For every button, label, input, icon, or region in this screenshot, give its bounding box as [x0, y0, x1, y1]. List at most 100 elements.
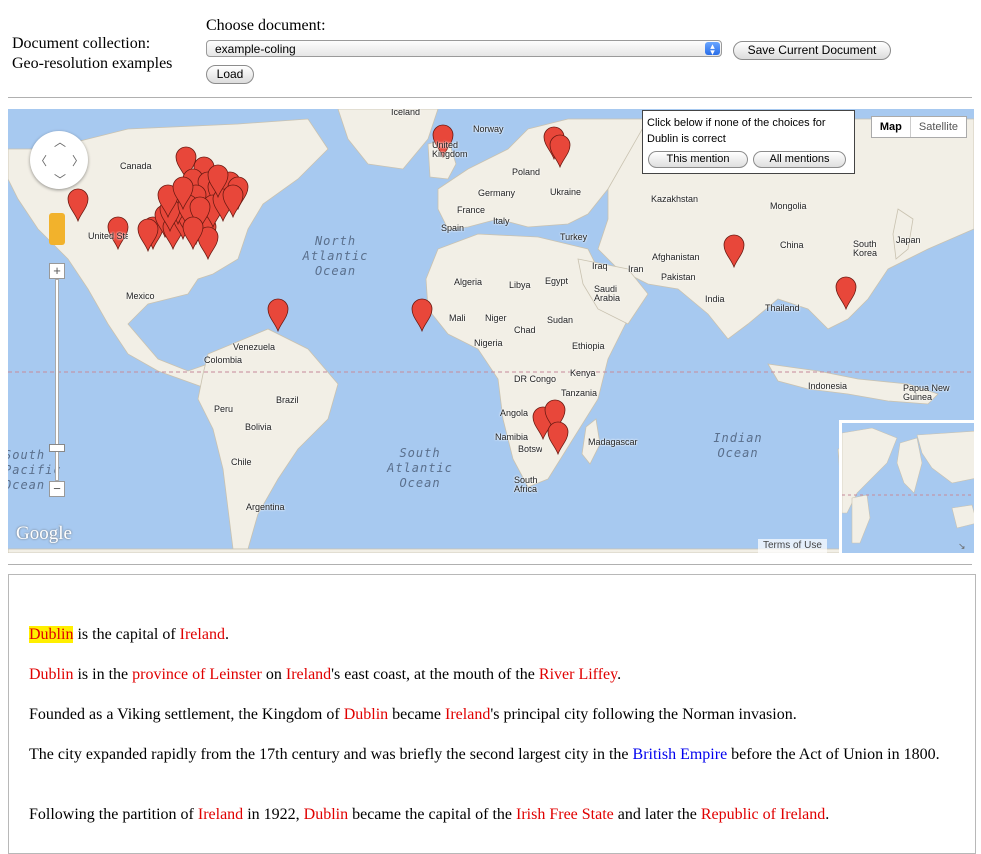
- text-segment: is the capital of: [73, 626, 180, 643]
- map-marker-icon[interactable]: [411, 298, 433, 333]
- text-segment: Founded as a Viking settlement, the King…: [29, 706, 344, 723]
- country-label: Chile: [231, 457, 252, 467]
- place-mention[interactable]: Ireland: [180, 626, 225, 643]
- country-label: Ethiopia: [572, 341, 605, 351]
- country-label: Norway: [473, 124, 504, 134]
- zoom-control: + −: [49, 259, 65, 499]
- country-label: Japan: [896, 235, 921, 245]
- overview-minimap[interactable]: [839, 420, 974, 553]
- country-label: Venezuela: [233, 342, 276, 352]
- divider: [8, 564, 972, 565]
- choose-document-label: Choose document:: [206, 17, 326, 34]
- select-arrows-icon: ▴ ▾: [705, 42, 720, 57]
- country-label: Peru: [214, 404, 234, 414]
- google-logo: Google: [16, 523, 72, 544]
- country-label: Saudi Arabia: [594, 284, 621, 303]
- collection-label: Document collection: Geo-resolution exam…: [12, 34, 172, 74]
- text-segment: .: [617, 666, 622, 683]
- paragraph: Dublin is in the province of Leinster on…: [29, 665, 974, 684]
- overview-toggle-icon[interactable]: ↘: [958, 541, 966, 552]
- country-label: Poland: [512, 167, 541, 177]
- zoom-out-button[interactable]: −: [49, 481, 65, 497]
- country-label: Kazakhstan: [651, 194, 699, 204]
- text-segment: in 1922,: [243, 806, 304, 823]
- country-label: Tanzania: [561, 388, 598, 398]
- paragraph: Dublin is the capital of Ireland.: [29, 625, 974, 644]
- map-view[interactable]: Iceland Norway United Kingdom Poland Ger…: [8, 109, 974, 553]
- country-label: Mongolia: [770, 201, 807, 211]
- country-label: Angola: [500, 408, 529, 418]
- place-mention[interactable]: Ireland: [445, 706, 490, 723]
- country-label: Egypt: [545, 276, 569, 286]
- text-segment: .: [224, 626, 229, 643]
- country-label: Botswana: [518, 444, 542, 454]
- document-select[interactable]: example-coling ▴ ▾: [206, 40, 722, 57]
- country-label: Niger: [485, 313, 507, 323]
- country-label: Iceland: [391, 109, 421, 117]
- place-mention[interactable]: Dublin: [344, 706, 388, 723]
- country-label: Madagascar: [588, 437, 638, 447]
- map-type-satellite-button[interactable]: Satellite: [911, 117, 966, 137]
- map-marker-icon[interactable]: [267, 298, 289, 333]
- overview-map-svg: [842, 427, 974, 544]
- text-segment: 's east coast, at the mouth of the: [331, 666, 539, 683]
- country-label: Afghanistan: [652, 252, 700, 262]
- paragraph: Following the partition of Ireland in 19…: [29, 805, 974, 824]
- zoom-in-button[interactable]: +: [49, 263, 65, 279]
- country-label: Thailand: [765, 303, 800, 313]
- place-mention[interactable]: Dublin: [29, 666, 73, 683]
- place-mention[interactable]: Republic of Ireland: [701, 806, 825, 823]
- text-segment: .: [825, 806, 830, 823]
- selected-place-mention[interactable]: Dublin: [29, 626, 74, 643]
- zoom-slider-thumb[interactable]: [49, 444, 65, 452]
- country-label: Spain: [441, 223, 465, 233]
- text-segment: The city expanded rapidly from the 17th …: [29, 746, 633, 763]
- pan-left-icon[interactable]: 〈: [35, 152, 47, 169]
- country-label: Libya: [509, 280, 531, 290]
- country-label: Mexico: [126, 291, 155, 301]
- place-mention[interactable]: British Empire: [633, 746, 728, 763]
- place-mention[interactable]: Dublin: [304, 806, 348, 823]
- place-mention[interactable]: Ireland: [286, 666, 331, 683]
- pan-down-icon[interactable]: ﹀: [54, 171, 66, 188]
- text-segment: became: [388, 706, 446, 723]
- street-view-pegman-icon[interactable]: [49, 213, 65, 245]
- terms-of-use-link[interactable]: Terms of Use: [758, 539, 827, 553]
- ocean-label: South Atlantic Ocean: [387, 446, 453, 490]
- country-label: South Africa: [514, 475, 538, 494]
- map-type-control: Map Satellite: [870, 116, 967, 138]
- text-segment: and later the: [613, 806, 701, 823]
- place-mention[interactable]: River Liffey: [539, 666, 617, 683]
- place-mention[interactable]: Irish Free State: [516, 806, 614, 823]
- pan-control[interactable]: ︿ ﹀ 〈 〉: [30, 131, 88, 189]
- save-current-document-button[interactable]: Save Current Document: [733, 41, 891, 60]
- pan-up-icon[interactable]: ︿: [54, 133, 66, 150]
- pan-right-icon[interactable]: 〉: [72, 152, 84, 169]
- country-label: South Korea: [853, 239, 878, 258]
- load-button[interactable]: Load: [206, 65, 254, 84]
- collection-name: Geo-resolution examples: [12, 55, 173, 72]
- country-label: Mali: [449, 313, 466, 323]
- country-label: Bolivia: [245, 422, 272, 432]
- country-label: France: [457, 205, 486, 215]
- paragraph: Founded as a Viking settlement, the King…: [29, 705, 974, 724]
- country-label: Papua New Guinea: [903, 383, 950, 402]
- text-segment: Following the partition of: [29, 806, 198, 823]
- text-segment: before the Act of Union in 1800.: [727, 746, 940, 763]
- country-label: Italy: [493, 216, 510, 226]
- country-label: Chad: [514, 325, 536, 335]
- place-mention[interactable]: province of Leinster: [132, 666, 262, 683]
- place-mention[interactable]: Ireland: [198, 806, 243, 823]
- text-segment: 's principal city following the Norman i…: [490, 706, 797, 723]
- this-mention-button[interactable]: This mention: [648, 151, 748, 168]
- map-type-map-button[interactable]: Map: [872, 117, 911, 137]
- country-label: China: [780, 240, 804, 250]
- country-label: Iran: [628, 264, 644, 274]
- country-label: Brazil: [276, 395, 299, 405]
- text-segment: on: [261, 666, 286, 683]
- country-label: DR Congo: [514, 374, 557, 384]
- disambiguation-info-box: Click below if none of the choices for D…: [642, 110, 855, 174]
- all-mentions-button[interactable]: All mentions: [753, 151, 846, 168]
- paragraph: The city expanded rapidly from the 17th …: [29, 745, 974, 764]
- document-text-panel: Dublin is the capital of Ireland. Dublin…: [8, 574, 976, 854]
